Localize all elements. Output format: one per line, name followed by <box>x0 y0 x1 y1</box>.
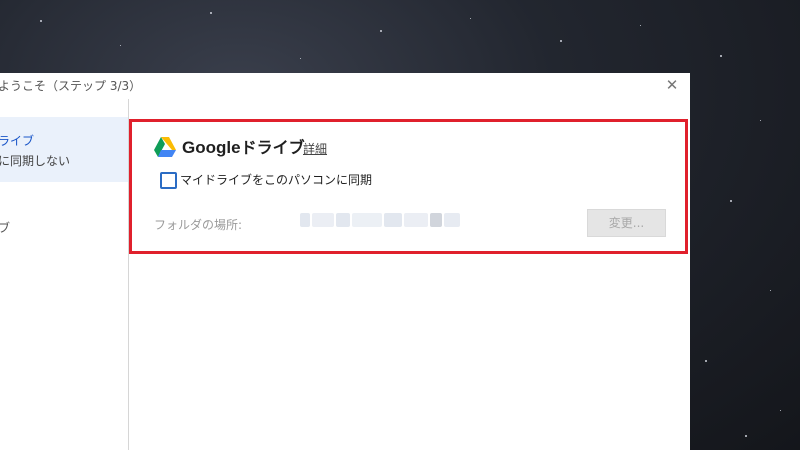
panel-title-brand: Google <box>182 138 241 157</box>
dialog-title: ようこそ（ステップ 3/3） <box>0 79 142 93</box>
folder-location-label: フォルダの場所: <box>154 218 243 232</box>
google-drive-logo-icon <box>154 137 176 157</box>
panel-title-rest: ドライブ <box>240 138 305 157</box>
sidebar: ライブ に同期しない ブ <box>0 99 129 450</box>
sidebar-item-second[interactable]: ブ <box>0 219 10 236</box>
close-icon[interactable]: ✕ <box>664 77 680 93</box>
panel-title: Googleドライブ <box>182 134 305 158</box>
welcome-dialog: ようこそ（ステップ 3/3） ✕ ライブ に同期しない ブ Googleドライブ… <box>0 73 690 450</box>
sidebar-item-drive[interactable]: ライブ に同期しない <box>0 117 128 182</box>
sidebar-item-sublabel: に同期しない <box>0 154 71 168</box>
change-folder-button[interactable]: 変更... <box>587 209 666 237</box>
folder-path-blurred <box>300 211 465 229</box>
details-link[interactable]: 詳細 <box>303 140 327 157</box>
sync-checkbox[interactable] <box>160 172 177 189</box>
sync-checkbox-label[interactable]: マイドライブをこのパソコンに同期 <box>180 171 372 188</box>
google-drive-panel: Googleドライブ 詳細 マイドライブをこのパソコンに同期 フォルダの場所: … <box>129 119 688 254</box>
sidebar-item-label: ライブ <box>0 134 35 148</box>
